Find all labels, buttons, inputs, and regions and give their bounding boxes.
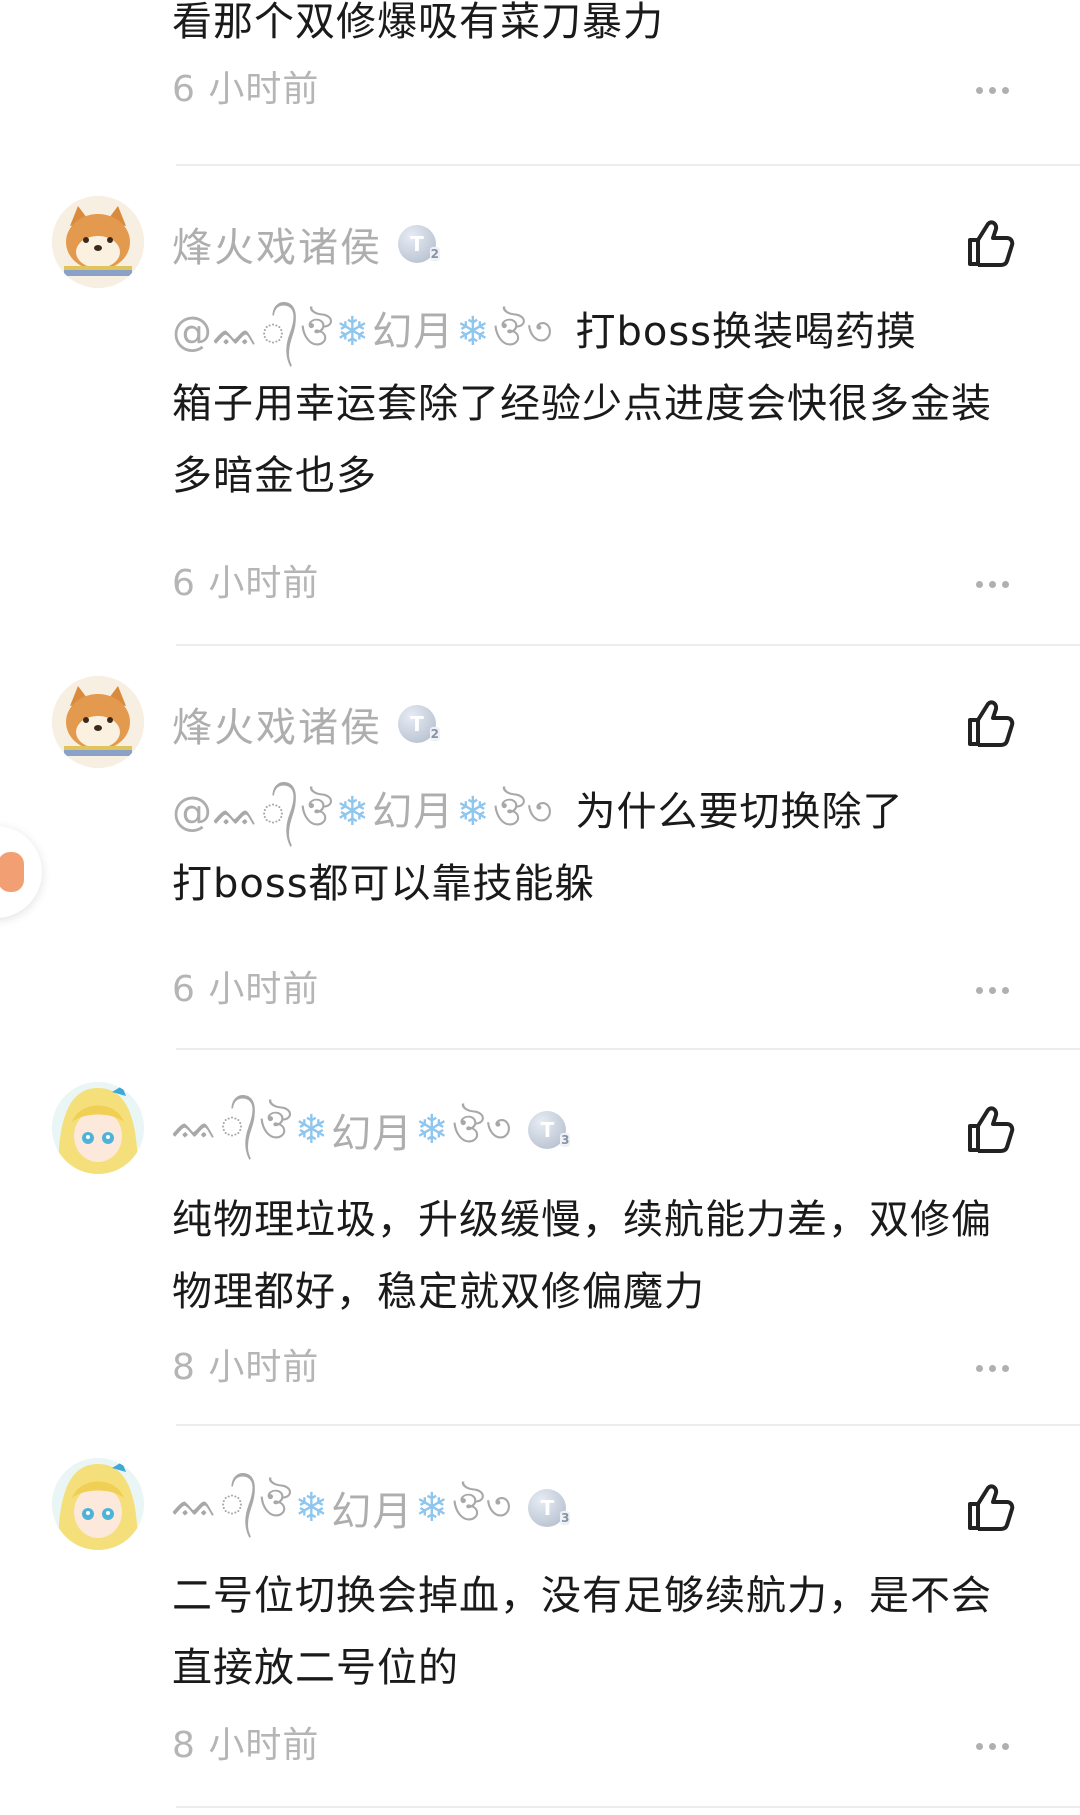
level-badge: T3: [528, 1489, 571, 1527]
anime-girl-avatar-icon: [52, 1458, 144, 1550]
thumbs-up-icon: [968, 1484, 1015, 1531]
like-button[interactable]: [960, 214, 1020, 274]
more-options-button[interactable]: [970, 1724, 1014, 1768]
reply-content: 二号位切换会掉血，没有足够续航力，是不会直接放二号位的: [172, 1573, 992, 1691]
reply-text-continued: 箱子用幸运套除了经验少点进度会快很多金装多暗金也多: [172, 381, 992, 499]
username-row: ᨐ᭄ঔ ❄ 幻月 ❄ ঔ৩ T3: [172, 1100, 571, 1160]
username[interactable]: ᨐ᭄ঔ ❄ 幻月 ❄ ঔ৩: [172, 1093, 512, 1168]
reply-time: 6 小时前: [172, 69, 320, 110]
username[interactable]: 烽火戏诸侯: [172, 215, 382, 273]
shiba-dog-avatar-icon: [52, 196, 144, 288]
divider: [176, 1048, 1080, 1050]
more-options-button[interactable]: [970, 68, 1014, 112]
level-badge: T2: [398, 705, 440, 743]
like-button[interactable]: [960, 1478, 1020, 1538]
more-dots-icon: [975, 86, 983, 94]
username-row: ᨐ᭄ঔ ❄ 幻月 ❄ ঔ৩ T3: [172, 1478, 571, 1538]
snowflake-icon: ❄: [456, 789, 491, 835]
username-row: 烽火戏诸侯 T2: [172, 214, 440, 274]
thumbs-up-icon: [968, 700, 1015, 747]
reply-content: 纯物理垃圾，升级缓慢，续航能力差，双修偏物理都好，稳定就双修偏魔力: [172, 1197, 992, 1315]
thumbs-up-icon: [968, 220, 1015, 267]
level-badge: T3: [528, 1111, 571, 1149]
more-options-button[interactable]: [970, 1346, 1014, 1390]
divider: [176, 644, 1080, 646]
snowflake-icon: ❄: [294, 1485, 330, 1531]
snowflake-icon: ❄: [294, 1107, 330, 1153]
reply-content: @ ᨐ᭄ঔ ❄ 幻月 ❄ ঔ৩ 打boss换装喝药摸 箱子用幸运套除了经验少点进…: [172, 296, 1032, 512]
avatar[interactable]: [52, 196, 144, 288]
mention-link[interactable]: @ ᨐ᭄ঔ ❄ 幻月 ❄ ঔ৩: [172, 776, 553, 848]
more-dots-icon: [975, 1364, 983, 1372]
like-button[interactable]: [960, 1100, 1020, 1160]
snowflake-icon: ❄: [456, 309, 491, 355]
like-button[interactable]: [960, 694, 1020, 754]
floating-avatar-bubble[interactable]: [0, 826, 42, 918]
reply-time: 8 小时前: [172, 1347, 320, 1388]
reply-text: 看那个双修爆吸有菜刀暴力: [172, 0, 664, 45]
more-dots-icon: [975, 580, 983, 588]
reply-time: 6 小时前: [172, 563, 320, 604]
anime-girl-avatar-icon: [52, 1082, 144, 1174]
reply-text: 为什么要切换除了: [575, 789, 904, 835]
level-badge: T2: [398, 225, 440, 263]
username-row: 烽火戏诸侯 T2: [172, 694, 440, 754]
snowflake-icon: ❄: [415, 1107, 450, 1153]
divider: [176, 1806, 1080, 1808]
avatar[interactable]: [52, 1082, 144, 1174]
mention-link[interactable]: @ ᨐ᭄ঔ ❄ 幻月 ❄ ঔ৩: [172, 296, 553, 368]
reply-text: 打boss换装喝药摸: [575, 309, 918, 355]
comment-thread: 看那个双修爆吸有菜刀暴力 6 小时前 烽火戏诸侯 T2 @ ᨐ᭄ঔ ❄ 幻月 ❄…: [0, 0, 1080, 1815]
reply-time: 8 小时前: [172, 1725, 320, 1766]
avatar[interactable]: [52, 1458, 144, 1550]
shiba-dog-avatar-icon: [52, 676, 144, 768]
reply-text-continued: 打boss都可以靠技能躲: [172, 861, 596, 907]
snowflake-icon: ❄: [335, 309, 371, 355]
avatar[interactable]: [52, 676, 144, 768]
reply-content: @ ᨐ᭄ঔ ❄ 幻月 ❄ ঔ৩ 为什么要切换除了 打boss都可以靠技能躲: [172, 776, 1032, 920]
more-options-button[interactable]: [970, 562, 1014, 606]
divider: [176, 1424, 1080, 1426]
reply-time: 6 小时前: [172, 969, 320, 1010]
snowflake-icon: ❄: [415, 1485, 450, 1531]
username[interactable]: 烽火戏诸侯: [172, 695, 382, 753]
username[interactable]: ᨐ᭄ঔ ❄ 幻月 ❄ ঔ৩: [172, 1471, 512, 1546]
more-dots-icon: [975, 1742, 983, 1750]
more-options-button[interactable]: [970, 968, 1014, 1012]
thumbs-up-icon: [968, 1106, 1015, 1153]
snowflake-icon: ❄: [335, 789, 371, 835]
divider: [176, 164, 1080, 166]
more-dots-icon: [975, 986, 983, 994]
